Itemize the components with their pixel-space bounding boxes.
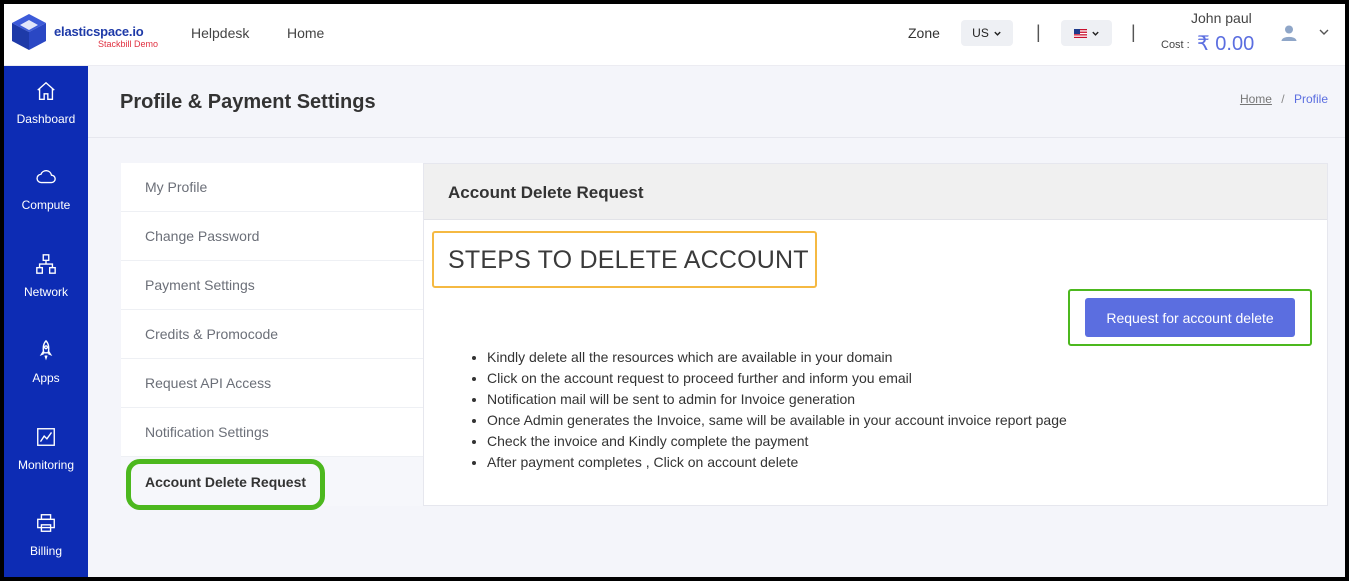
breadcrumb-separator: / [1281,92,1285,106]
menu-item-credits-promocode[interactable]: Credits & Promocode [121,310,423,359]
sidebar-item-network[interactable]: Network [4,253,88,323]
sidebar-item-label: Apps [32,371,60,385]
button-highlight: Request for account delete [1068,289,1312,346]
user-menu-chevron-icon[interactable] [1318,26,1330,38]
cost-label: Cost : [1161,39,1190,51]
chevron-down-icon [994,31,1001,36]
cloud-icon [36,170,56,184]
breadcrumb: Home / Profile [1240,92,1328,106]
content-panel: Account Delete Request STEPS TO DELETE A… [423,163,1328,506]
breadcrumb-current: Profile [1293,92,1328,106]
menu-item-change-password[interactable]: Change Password [121,212,423,261]
menu-item-notification-settings[interactable]: Notification Settings [121,408,423,457]
list-item: Once Admin generates the Invoice, same w… [487,410,1067,431]
request-account-delete-button[interactable]: Request for account delete [1085,298,1295,337]
network-icon [36,254,56,274]
sidebar-item-compute[interactable]: Compute [4,166,88,236]
page-title: Profile & Payment Settings [120,91,376,113]
home-icon [37,81,55,100]
chart-icon [37,428,55,446]
chevron-down-icon [1091,31,1099,36]
sidebar-item-label: Dashboard [16,112,76,126]
brand-subtitle: Stackbill Demo [98,39,159,49]
list-item: Notification mail will be sent to admin … [487,389,1067,410]
printer-icon [37,514,55,532]
menu-item-my-profile[interactable]: My Profile [121,163,423,212]
app-frame: elasticspace.io Stackbill Demo Helpdesk … [4,4,1345,577]
settings-menu: My Profile Change Password Payment Setti… [121,163,423,510]
zone-value: US [972,26,989,40]
user-name: John paul [1191,10,1252,26]
list-item: After payment completes , Click on accou… [487,452,1067,473]
zone-label: Zone [908,25,940,41]
brand-name: elasticspace.io [54,24,144,39]
sidebar-item-dashboard[interactable]: Dashboard [4,80,88,150]
separator: | [1131,22,1136,42]
nav-home[interactable]: Home [287,25,324,41]
sidebar-item-label: Billing [29,544,62,558]
sidebar-item-monitoring[interactable]: Monitoring [4,426,88,496]
panel-title: Account Delete Request [448,183,644,202]
top-bar: elasticspace.io Stackbill Demo Helpdesk … [4,4,1345,66]
sidebar-item-apps[interactable]: Apps [4,339,88,409]
language-select[interactable] [1061,20,1112,46]
breadcrumb-home[interactable]: Home [1240,92,1272,106]
menu-item-payment-settings[interactable]: Payment Settings [121,261,423,310]
steps-list: Kindly delete all the resources which ar… [487,347,1067,473]
sidebar-item-label: Compute [21,198,71,212]
sidebar: Dashboard Compute Network Apps Monitorin… [4,66,88,577]
list-item: Check the invoice and Kindly complete th… [487,431,1067,452]
user-avatar-icon[interactable] [1280,24,1298,42]
steps-heading: STEPS TO DELETE ACCOUNT [448,246,809,274]
sidebar-item-label: Network [23,285,68,299]
list-item: Click on the account request to proceed … [487,368,1067,389]
sidebar-item-label: Monitoring [17,458,75,472]
header-divider [88,137,1345,138]
nav-helpdesk[interactable]: Helpdesk [191,25,249,41]
brand-logo[interactable]: elasticspace.io Stackbill Demo [10,12,170,56]
us-flag-icon [1073,28,1087,38]
sidebar-item-billing[interactable]: Billing [4,512,88,577]
separator: | [1036,22,1041,42]
cost-value: ₹ 0.00 [1197,33,1255,55]
rocket-icon [39,339,53,361]
zone-select[interactable]: US [961,20,1013,46]
menu-item-request-api-access[interactable]: Request API Access [121,359,423,408]
panel-header: Account Delete Request [424,164,1327,220]
list-item: Kindly delete all the resources which ar… [487,347,1067,368]
steps-heading-box: STEPS TO DELETE ACCOUNT [432,231,817,288]
cube-logo-icon [12,14,46,50]
